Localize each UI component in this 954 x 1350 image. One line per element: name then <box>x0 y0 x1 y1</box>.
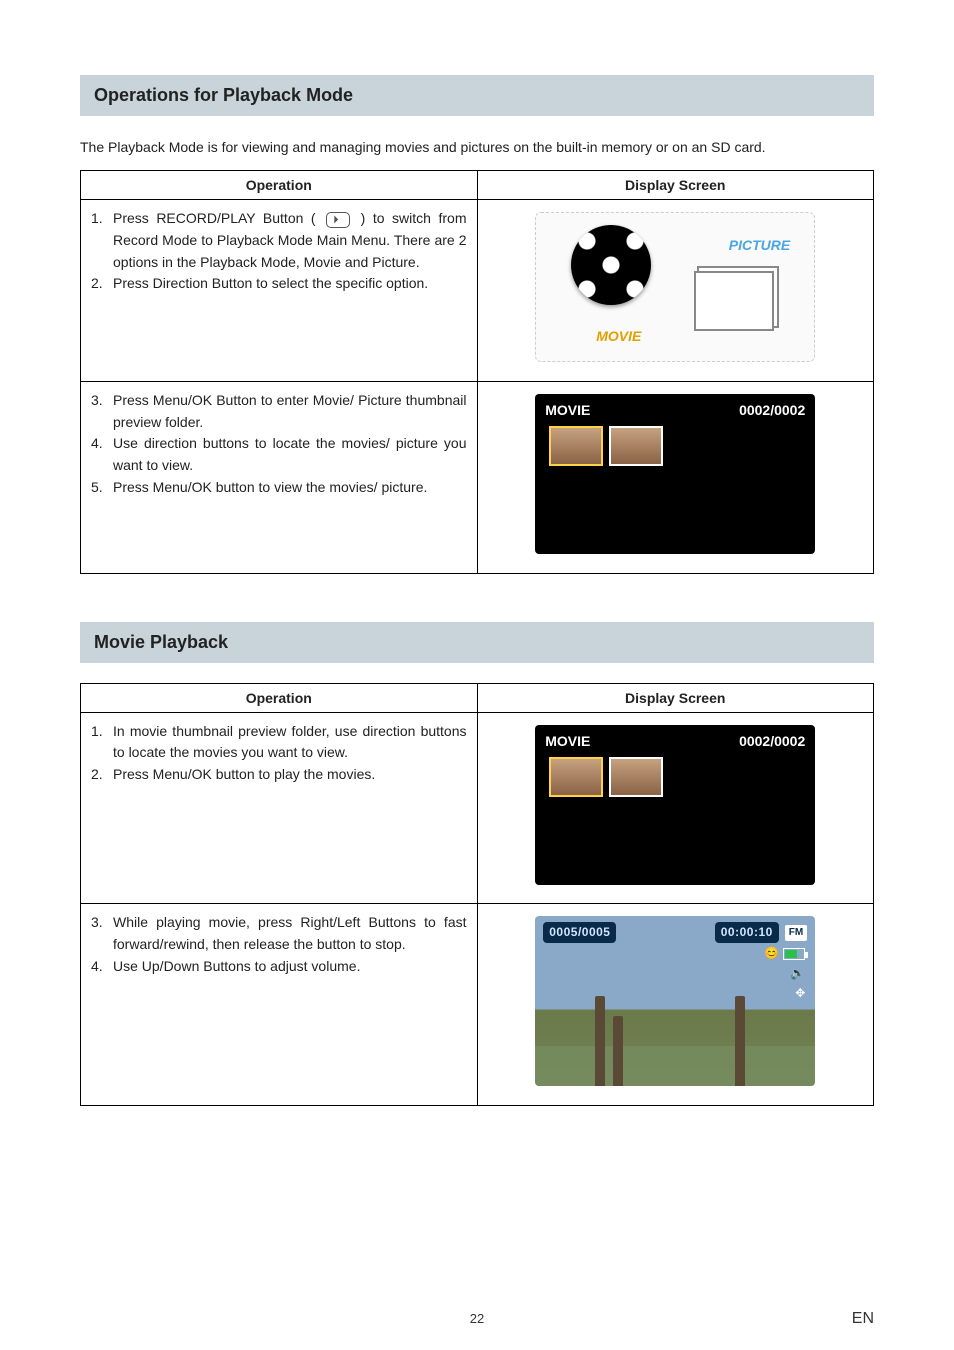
record-play-icon <box>326 212 350 228</box>
dpad-icon: ✥ <box>795 984 805 1003</box>
list-text: Press RECORD/PLAY Button ( ) to switch f… <box>113 208 467 273</box>
list-number: 4. <box>91 956 113 978</box>
section-header-playback: Operations for Playback Mode <box>80 75 874 116</box>
display-screen-thumbnail: MOVIE 0002/0002 <box>535 725 815 885</box>
text-fragment: Press RECORD/PLAY Button ( <box>113 210 323 226</box>
list-number: 3. <box>91 912 113 955</box>
display-screen-playing: 0005/0005 00:00:10 FM 😊 🔈 ✥ <box>535 916 815 1086</box>
screen-title: MOVIE <box>545 400 590 422</box>
movie-playback-table: Operation Display Screen 1. In movie thu… <box>80 683 874 1106</box>
film-reel-icon <box>571 225 651 305</box>
thumbnail-icon <box>549 426 603 466</box>
screen-counter: 0005/0005 <box>543 922 616 943</box>
intro-text: The Playback Mode is for viewing and man… <box>80 136 874 158</box>
table-row: 3. Press Menu/OK Button to enter Movie/ … <box>81 382 874 574</box>
table-row: 1. Press RECORD/PLAY Button ( ) to switc… <box>81 200 874 382</box>
list-text: Use Up/Down Buttons to adjust volume. <box>113 956 467 978</box>
list-text: Press Direction Button to select the spe… <box>113 273 467 295</box>
list-number: 2. <box>91 273 113 295</box>
page-language: EN <box>852 1310 874 1328</box>
list-text: Press Menu/OK button to view the movies/… <box>113 477 467 499</box>
display-screen-thumbnail: MOVIE 0002/0002 <box>535 394 815 554</box>
thumbnail-row <box>549 757 663 797</box>
volume-icon: 🔈 <box>790 964 805 983</box>
screen-title: MOVIE <box>545 731 590 753</box>
scene-pole-icon <box>613 1016 623 1086</box>
list-text: While playing movie, press Right/Left Bu… <box>113 912 467 955</box>
screen-time: 00:00:10 <box>715 922 779 943</box>
picture-stack-icon <box>694 271 774 331</box>
list-text: Press Menu/OK Button to enter Movie/ Pic… <box>113 390 467 433</box>
list-text: Press Menu/OK button to play the movies. <box>113 764 467 786</box>
list-number: 2. <box>91 764 113 786</box>
label-picture: PICTURE <box>729 235 790 257</box>
face-detect-icon: 😊 <box>764 944 805 963</box>
col-header-display: Display Screen <box>477 171 874 200</box>
col-header-display: Display Screen <box>477 683 874 712</box>
page: Operations for Playback Mode The Playbac… <box>0 0 954 1350</box>
page-number: 22 <box>0 1311 954 1326</box>
list-number: 4. <box>91 433 113 476</box>
battery-icon <box>783 948 805 960</box>
scene-pole-icon <box>735 996 745 1086</box>
label-movie: MOVIE <box>596 326 641 348</box>
list-number: 5. <box>91 477 113 499</box>
list-number: 3. <box>91 390 113 433</box>
table-row: 1. In movie thumbnail preview folder, us… <box>81 712 874 904</box>
section-header-movie-playback: Movie Playback <box>80 622 874 663</box>
thumbnail-icon <box>549 757 603 797</box>
display-screen-mode-select: PICTURE MOVIE <box>535 212 815 362</box>
screen-counter: 0002/0002 <box>739 400 805 422</box>
list-number: 1. <box>91 721 113 764</box>
thumbnail-icon <box>609 757 663 797</box>
table-row: 3. While playing movie, press Right/Left… <box>81 904 874 1106</box>
list-number: 1. <box>91 208 113 273</box>
thumbnail-row <box>549 426 663 466</box>
thumbnail-icon <box>609 426 663 466</box>
fm-badge: FM <box>785 925 807 941</box>
screen-counter: 0002/0002 <box>739 731 805 753</box>
scene-water <box>535 1046 815 1086</box>
col-header-operation: Operation <box>81 171 478 200</box>
scene-pole-icon <box>595 996 605 1086</box>
playback-table: Operation Display Screen 1. Press RECORD… <box>80 170 874 573</box>
list-text: In movie thumbnail preview folder, use d… <box>113 721 467 764</box>
list-text: Use direction buttons to locate the movi… <box>113 433 467 476</box>
col-header-operation: Operation <box>81 683 478 712</box>
